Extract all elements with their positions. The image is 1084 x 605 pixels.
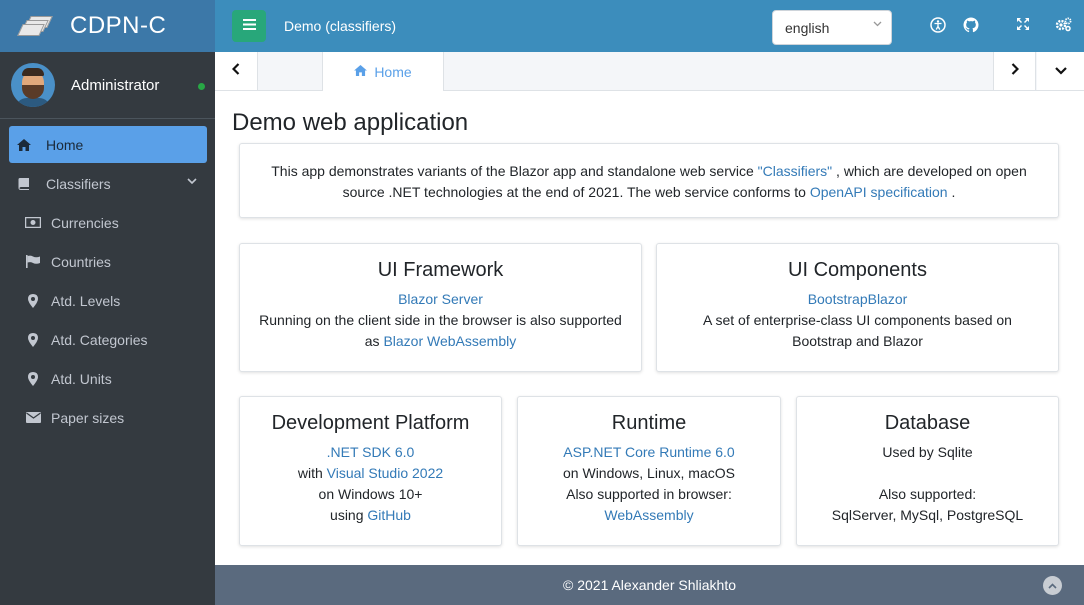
chevron-right-icon — [1011, 62, 1019, 80]
money-icon — [25, 217, 41, 228]
tab-home[interactable]: Home — [322, 52, 444, 91]
ui-components-card: UI Components BootstrapBlazor A set of e… — [656, 243, 1059, 372]
github-icon[interactable] — [961, 17, 981, 39]
card-text: Also supported in browser: — [566, 486, 732, 502]
sidebar-item-label: Paper sizes — [51, 409, 125, 426]
database-card: Database Used by Sqlite Also supported: … — [796, 396, 1059, 546]
gear-icon[interactable] — [1053, 17, 1073, 38]
sidebar-item-label: Atd. Units — [51, 370, 112, 387]
card-text: as — [364, 333, 384, 349]
openapi-link[interactable]: OpenAPI specification — [810, 184, 948, 200]
card-text: A set of enterprise-class UI components … — [703, 312, 1012, 349]
sidebar-item-currencies[interactable]: Currencies — [9, 204, 207, 241]
blazor-webassembly-link[interactable]: Blazor WebAssembly — [383, 333, 516, 349]
sidebar-item-label: Home — [46, 136, 84, 153]
sidebar-item-countries[interactable]: Countries — [9, 243, 207, 280]
sidebar-item-label: Classifiers — [46, 175, 111, 192]
footer: © 2021 Alexander Shliakhto — [215, 565, 1084, 605]
sidebar-item-label: Atd. Levels — [51, 292, 121, 309]
chevron-down-icon — [1054, 62, 1067, 80]
sidebar-item-paper-sizes[interactable]: Paper sizes — [9, 399, 207, 436]
accessibility-icon[interactable] — [928, 17, 948, 39]
page-title: Demo web application — [232, 109, 469, 136]
avatar — [11, 63, 55, 107]
intro-text: This app demonstrates variants of the Bl… — [271, 163, 758, 179]
map-marker-icon — [25, 371, 41, 386]
github-link[interactable]: GitHub — [367, 507, 411, 523]
tab-bar: Home — [215, 52, 1084, 91]
sidebar-item-classifiers[interactable]: Classifiers — [9, 165, 207, 202]
bootstrapblazor-link[interactable]: BootstrapBlazor — [808, 291, 908, 307]
app-subtitle: Demo (classifiers) — [284, 18, 397, 34]
chevron-left-icon — [231, 62, 240, 80]
card-text: with — [297, 465, 327, 481]
sidebar-toggle-button[interactable] — [232, 10, 266, 42]
sidebar: CDPN-C Administrator Home Classifiers Cu… — [0, 0, 215, 605]
card-text: using — [330, 507, 368, 523]
copyright-text: © 2021 Alexander Shliakhto — [563, 577, 736, 593]
home-icon — [16, 138, 32, 151]
sidebar-item-atd-categories[interactable]: Atd. Categories — [9, 321, 207, 358]
menu-icon — [242, 17, 256, 35]
card-title: Database — [884, 412, 971, 434]
user-panel[interactable]: Administrator — [0, 52, 215, 119]
brand-title: CDPN-C — [70, 12, 167, 39]
scroll-to-top-button[interactable] — [1043, 576, 1062, 595]
tab-menu-button[interactable] — [1037, 52, 1084, 90]
brand[interactable]: CDPN-C — [0, 0, 215, 52]
tab-label: Home — [374, 63, 412, 80]
dotnet-sdk-link[interactable]: .NET SDK 6.0 — [327, 444, 415, 460]
card-title: UI Framework — [377, 259, 504, 281]
book-icon — [16, 177, 32, 190]
envelope-icon — [25, 412, 41, 423]
ui-framework-card: UI Framework Blazor Server Running on th… — [239, 243, 642, 372]
tab-scroll-right-button[interactable] — [993, 52, 1036, 90]
card-text: on Windows 10+ — [318, 486, 423, 502]
chevron-down-icon — [873, 19, 882, 30]
language-select-value: english — [785, 20, 830, 36]
sidebar-item-atd-units[interactable]: Atd. Units — [9, 360, 207, 397]
card-title: Runtime — [611, 412, 687, 434]
classifiers-link[interactable]: "Classifiers" — [758, 163, 833, 179]
sidebar-item-label: Currencies — [51, 214, 119, 231]
webassembly-link[interactable]: WebAssembly — [604, 507, 693, 523]
flag-icon — [25, 255, 41, 268]
intro-card: This app demonstrates variants of the Bl… — [239, 143, 1059, 218]
home-icon — [354, 64, 368, 79]
map-marker-icon — [25, 293, 41, 308]
brand-logo-icon — [17, 14, 53, 38]
sidebar-item-atd-levels[interactable]: Atd. Levels — [9, 282, 207, 319]
card-text: on Windows, Linux, macOS — [563, 465, 735, 481]
development-platform-card: Development Platform .NET SDK 6.0 with V… — [239, 396, 502, 546]
language-select[interactable]: english — [772, 10, 892, 45]
user-name: Administrator — [71, 76, 160, 94]
aspnet-runtime-link[interactable]: ASP.NET Core Runtime 6.0 — [563, 444, 734, 460]
sidebar-nav: Home Classifiers Currencies Countries At… — [0, 119, 215, 436]
fullscreen-icon[interactable] — [1013, 17, 1033, 37]
runtime-card: Runtime ASP.NET Core Runtime 6.0 on Wind… — [517, 396, 781, 546]
chevron-down-icon — [187, 176, 197, 188]
map-marker-icon — [25, 332, 41, 347]
card-title: UI Components — [788, 259, 927, 281]
intro-text: . — [947, 184, 956, 200]
sidebar-item-home[interactable]: Home — [9, 126, 207, 163]
card-text: SqlServer, MySql, PostgreSQL — [831, 507, 1024, 523]
sidebar-item-label: Atd. Categories — [51, 331, 148, 348]
sidebar-item-label: Countries — [51, 253, 111, 270]
card-text: Also supported: — [878, 486, 977, 502]
visual-studio-link[interactable]: Visual Studio 2022 — [327, 465, 444, 481]
main-content: Demo web application This app demonstrat… — [215, 92, 1084, 565]
card-text: Running on the client side in the browse… — [259, 312, 622, 328]
tab-scroll-left-button[interactable] — [215, 52, 258, 90]
top-navbar: Demo (classifiers) english — [215, 0, 1084, 52]
card-title: Development Platform — [271, 412, 470, 434]
blazor-server-link[interactable]: Blazor Server — [398, 291, 483, 307]
card-text: Used by Sqlite — [882, 444, 973, 460]
online-status-icon — [198, 83, 205, 90]
